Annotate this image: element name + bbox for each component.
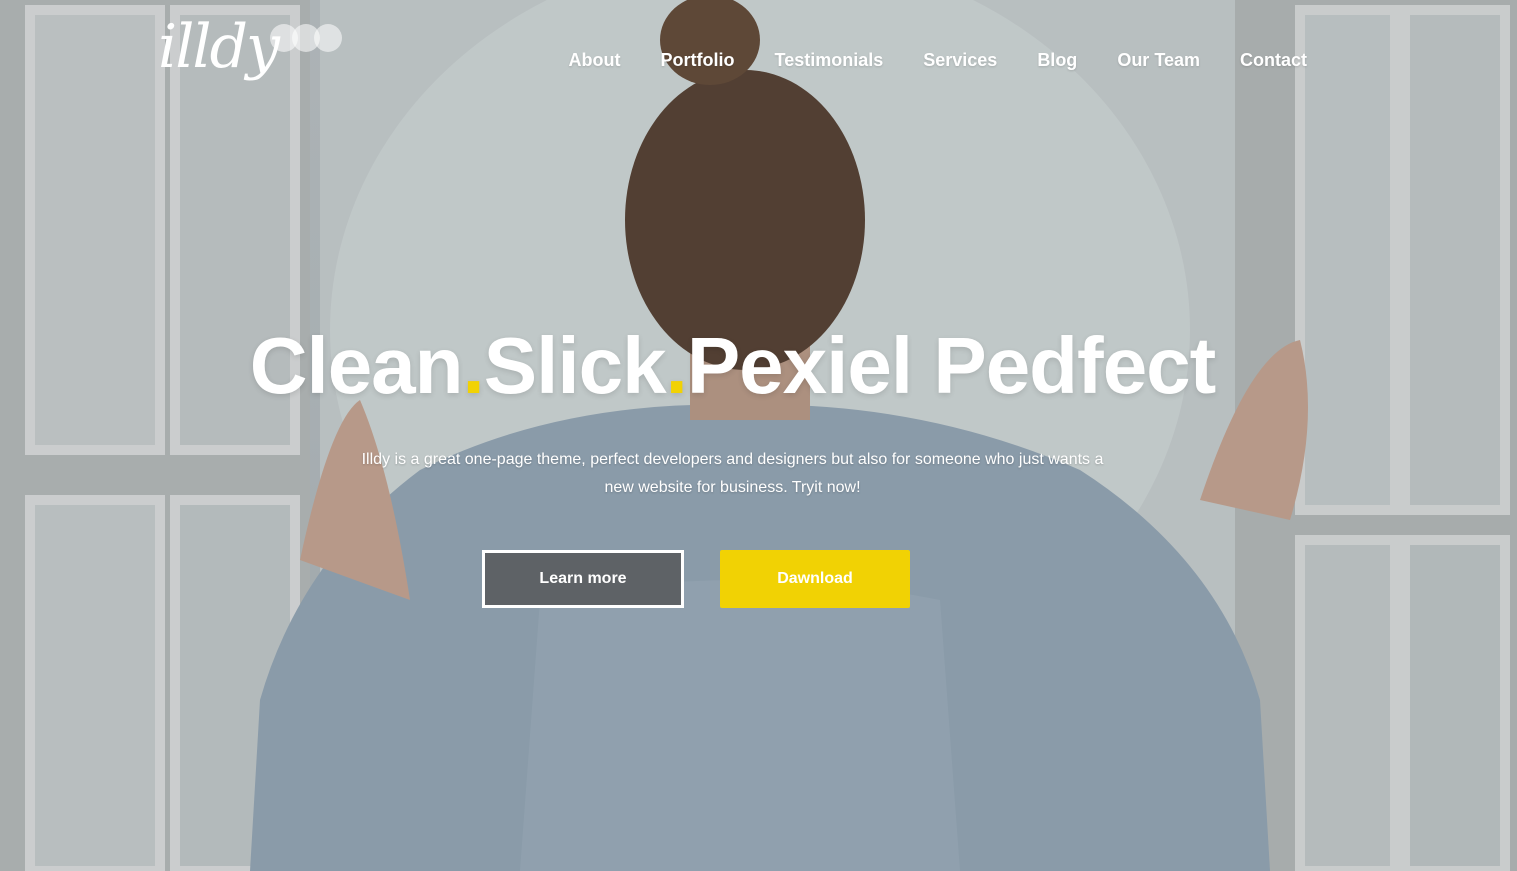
nav-item-blog[interactable]: Blog bbox=[1037, 47, 1077, 73]
hero-overlay bbox=[0, 0, 1517, 871]
learn-more-button[interactable]: Learn more bbox=[482, 550, 684, 608]
hero-title-word-perfect: Pexiel Pedfect bbox=[686, 321, 1216, 410]
hero-subtitle: Illdy is a great one-page theme, perfect… bbox=[330, 446, 1135, 502]
hero-title-word-clean: Clean bbox=[249, 321, 464, 410]
site-logo[interactable]: illdy bbox=[158, 12, 358, 107]
logo-dots-icon bbox=[270, 24, 350, 52]
nav-item-services[interactable]: Services bbox=[923, 47, 997, 73]
hero-subtitle-line: new website for business. Tryit now! bbox=[604, 479, 861, 496]
logo-dot bbox=[314, 24, 342, 52]
nav-item-about[interactable]: About bbox=[569, 47, 621, 73]
logo-wordmark: illdy bbox=[158, 12, 280, 82]
nav-item-testimonials[interactable]: Testimonials bbox=[775, 47, 884, 73]
hero-title: Clean.Slick.Pexiel Pedfect bbox=[0, 318, 1465, 414]
hero-title-accent-dot: . bbox=[462, 321, 485, 410]
hero-title-accent-dot: . bbox=[665, 321, 688, 410]
download-button[interactable]: Dawnload bbox=[720, 550, 910, 608]
nav-item-contact[interactable]: Contact bbox=[1240, 47, 1307, 73]
hero-title-word-slick: Slick bbox=[483, 321, 667, 410]
main-navigation: About Portfolio Testimonials Services Bl… bbox=[569, 47, 1307, 73]
hero-subtitle-line: Illdy is a great one-page theme, perfect… bbox=[361, 451, 1104, 468]
nav-item-our-team[interactable]: Our Team bbox=[1117, 47, 1200, 73]
nav-item-portfolio[interactable]: Portfolio bbox=[661, 47, 735, 73]
